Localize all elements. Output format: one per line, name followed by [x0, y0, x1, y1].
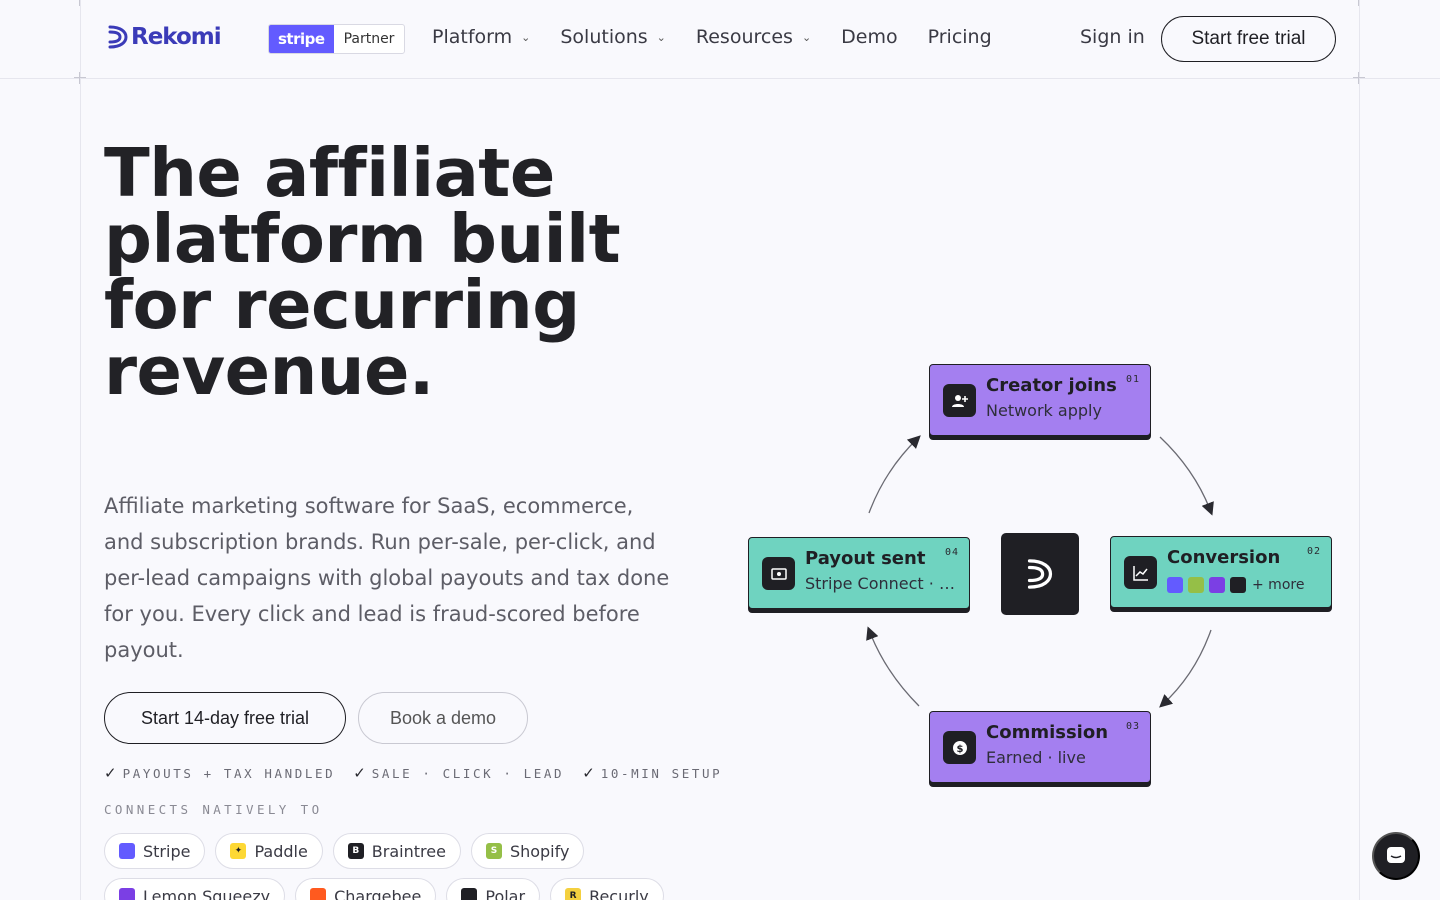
- brand-name: Rekomi: [131, 24, 222, 50]
- arrow-creator-to-conversion: [1159, 436, 1214, 516]
- stripe-logo: stripe: [269, 25, 334, 53]
- dollar-coin-icon: $: [943, 731, 976, 764]
- hero-title: The affiliate platform built for recurri…: [104, 134, 621, 410]
- book-demo-button[interactable]: Book a demo: [358, 692, 528, 744]
- stripe-icon: [119, 843, 135, 859]
- chat-icon: [1387, 847, 1405, 863]
- chevron-down-icon: ⌄: [801, 30, 812, 44]
- braintree-icon: B: [347, 843, 364, 859]
- main-menu: Platform ⌄ Solutions ⌄ Resources ⌄ Demo Pri…: [432, 26, 1022, 48]
- conversion-integrations: + more: [1167, 577, 1304, 593]
- paddle-icon: ✦: [230, 843, 247, 859]
- check-item: ✓ 10-MIN SETUP: [582, 764, 723, 782]
- sign-in-link[interactable]: Sign in: [1080, 26, 1145, 48]
- integration-chip-recurly[interactable]: R Recurly: [550, 878, 664, 900]
- lemon-squeezy-icon: [1209, 577, 1225, 593]
- stripe-icon: [1167, 577, 1183, 593]
- integration-chip-chargebee[interactable]: Chargebee: [295, 878, 437, 900]
- brand-logo[interactable]: Rekomi: [107, 24, 222, 50]
- integration-chip-polar[interactable]: Polar: [446, 878, 541, 900]
- chevron-down-icon: ⌄: [656, 30, 666, 44]
- banknote-icon: [762, 557, 795, 590]
- menu-item-solutions[interactable]: Solutions ⌄: [560, 26, 666, 48]
- polar-icon: [461, 888, 478, 900]
- chevron-down-icon: ⌄: [521, 30, 531, 44]
- checkmark-icon: ✓: [104, 764, 117, 782]
- check-item: ✓ SALE · CLICK · LEAD: [353, 764, 565, 782]
- flow-node-payout-sent: Payout sent Stripe Connect · … 04: [748, 537, 970, 609]
- menu-item-pricing[interactable]: Pricing: [928, 26, 992, 48]
- menu-item-platform[interactable]: Platform ⌄: [432, 26, 530, 48]
- menu-item-resources[interactable]: Resources ⌄: [696, 26, 811, 48]
- menu-item-demo[interactable]: Demo: [841, 26, 897, 48]
- checkmark-icon: ✓: [353, 764, 366, 782]
- hero-subtitle: Affiliate marketing software for SaaS, e…: [104, 494, 670, 662]
- stripe-partner-badge[interactable]: stripe Partner: [268, 24, 406, 54]
- chat-launcher-button[interactable]: [1372, 832, 1420, 880]
- arrow-commission-to-payout: [866, 626, 920, 707]
- lemon-squeezy-icon: [119, 888, 135, 900]
- integration-chip-lemon-squeezy[interactable]: Lemon Squeezy: [104, 878, 286, 900]
- shopify-icon: [1188, 577, 1204, 593]
- checkmark-icon: ✓: [582, 764, 595, 782]
- polar-icon: [1230, 577, 1246, 593]
- user-plus-icon: [943, 384, 976, 417]
- frame-line-right: [1359, 0, 1360, 900]
- feature-checks: ✓ PAYOUTS + TAX HANDLED ✓ SALE · CLICK · L…: [104, 764, 722, 782]
- check-item: ✓ PAYOUTS + TAX HANDLED: [104, 764, 336, 782]
- center-rekomi-logo: [1001, 533, 1079, 615]
- integration-chip-stripe[interactable]: Stripe: [104, 833, 206, 869]
- recurly-icon: R: [565, 888, 582, 900]
- frame-line-left: [80, 0, 81, 900]
- flow-node-commission: $ Commission Earned · live 03: [929, 711, 1151, 783]
- integration-list: Stripe ✦ Paddle B Braintree S Shopify Lemon…: [104, 833, 704, 900]
- chart-line-icon: [1124, 556, 1157, 589]
- shopify-icon: S: [485, 843, 502, 859]
- start-14-day-trial-button[interactable]: Start 14-day free trial: [104, 692, 346, 744]
- rekomi-logo-icon: [1027, 559, 1053, 589]
- flow-node-creator-joins: Creator joins Network apply 01: [929, 364, 1151, 436]
- flow-node-conversion: Conversion + more 02: [1110, 536, 1332, 608]
- start-free-trial-button[interactable]: Start free trial: [1161, 16, 1336, 62]
- connects-label: CONNECTS NATIVELY TO: [104, 802, 323, 817]
- frame-line-nav: [0, 78, 1440, 79]
- arrow-conversion-to-commission: [1159, 629, 1212, 708]
- top-nav: Rekomi stripe Partner Platform ⌄ Solution…: [0, 0, 1440, 78]
- integration-chip-shopify[interactable]: S Shopify: [470, 833, 585, 869]
- partner-label: Partner: [343, 31, 395, 47]
- integration-chip-braintree[interactable]: B Braintree: [332, 833, 461, 869]
- svg-text:$: $: [956, 744, 963, 755]
- rekomi-logo-icon: [108, 25, 128, 49]
- arrow-payout-to-creator: [868, 435, 921, 514]
- chargebee-icon: [310, 888, 327, 900]
- integration-chip-paddle[interactable]: ✦ Paddle: [215, 833, 323, 869]
